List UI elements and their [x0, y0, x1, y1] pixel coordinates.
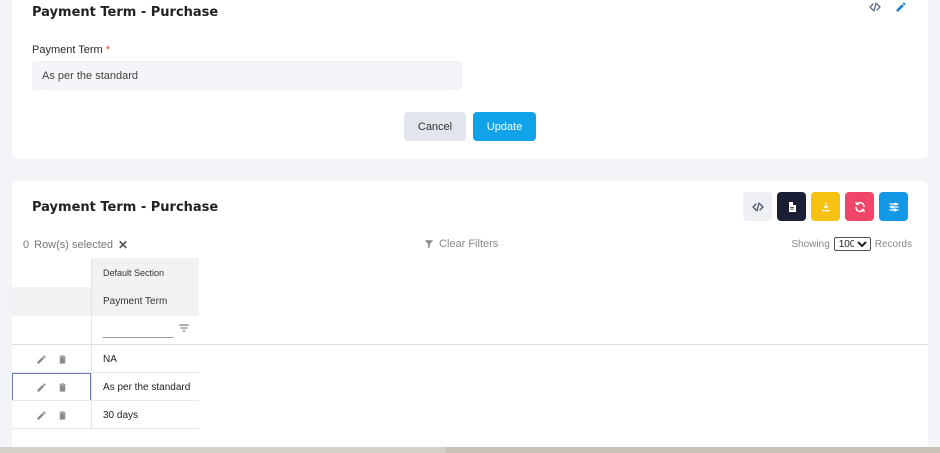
download-button[interactable]	[811, 192, 840, 221]
filter-icon	[424, 240, 434, 249]
page-size-control: Showing 100 Records	[791, 237, 912, 251]
clear-filters-label: Clear Filters	[439, 238, 499, 250]
rows-selected-indicator: 0 Row(s) selected ✕	[23, 238, 128, 252]
code-view-button[interactable]	[743, 192, 772, 221]
delete-icon[interactable]	[57, 410, 68, 421]
delete-icon[interactable]	[57, 354, 68, 365]
row-actions	[12, 373, 91, 401]
selected-label: Row(s) selected	[34, 239, 113, 251]
clear-filters-button[interactable]: Clear Filters	[424, 238, 498, 250]
grid-title: Payment Term - Purchase	[32, 200, 219, 215]
column-header-payment-term[interactable]: Payment Term	[91, 287, 199, 316]
edit-icon[interactable]	[36, 382, 47, 393]
payment-term-grid-card: Payment Term - Purchase 0 Row(s) selecte…	[12, 181, 928, 453]
document-icon	[788, 201, 796, 212]
payment-term-cell[interactable]: NA	[91, 345, 199, 373]
filter-menu-icon[interactable]	[178, 322, 190, 334]
row-divider	[12, 428, 199, 429]
settings-icon	[888, 201, 899, 212]
refresh-button[interactable]	[845, 192, 874, 221]
delete-icon[interactable]	[57, 382, 68, 393]
page-size-select[interactable]: 100	[833, 237, 871, 251]
download-icon	[821, 202, 830, 211]
form-title: Payment Term - Purchase	[32, 5, 219, 20]
showing-label: Showing	[791, 238, 830, 250]
payment-term-input[interactable]	[32, 61, 462, 90]
clear-selection-icon[interactable]: ✕	[118, 238, 128, 252]
code-icon[interactable]	[868, 0, 882, 14]
form-card-icons	[868, 0, 908, 14]
records-label: Records	[874, 238, 912, 250]
payment-term-filter-input[interactable]	[103, 322, 173, 338]
edit-icon[interactable]	[36, 354, 47, 365]
cancel-button[interactable]: Cancel	[404, 112, 466, 141]
bottom-edge-strip	[0, 447, 940, 453]
header-actions-column	[12, 287, 91, 316]
bottom-edge-segment	[445, 447, 940, 453]
header-group-default-section: Default Section	[91, 258, 199, 287]
pencil-icon[interactable]	[894, 0, 908, 14]
row-actions	[12, 345, 91, 373]
payment-term-cell[interactable]: 30 days	[91, 401, 199, 429]
export-document-button[interactable]	[777, 192, 806, 221]
payment-term-label: Payment Term *	[32, 44, 110, 56]
edit-icon[interactable]	[36, 410, 47, 421]
grid-toolbar	[743, 192, 908, 221]
table-row[interactable]: As per the standard	[12, 373, 199, 401]
table-row[interactable]: 30 days	[12, 401, 199, 429]
row-actions	[12, 401, 91, 429]
payment-term-cell[interactable]: As per the standard	[91, 373, 199, 401]
selected-count: 0	[23, 239, 30, 251]
required-mark: *	[105, 44, 110, 56]
payment-term-form-card: Payment Term - Purchase Payment Term* Ca…	[12, 0, 928, 159]
update-button[interactable]: Update	[473, 112, 536, 141]
table-row[interactable]: NA	[12, 345, 199, 373]
code-icon	[751, 201, 764, 212]
refresh-icon	[854, 201, 865, 212]
payment-term-label-text: Payment Term	[32, 44, 103, 56]
column-settings-button[interactable]	[879, 192, 908, 221]
payment-term-filter-cell	[91, 316, 199, 344]
